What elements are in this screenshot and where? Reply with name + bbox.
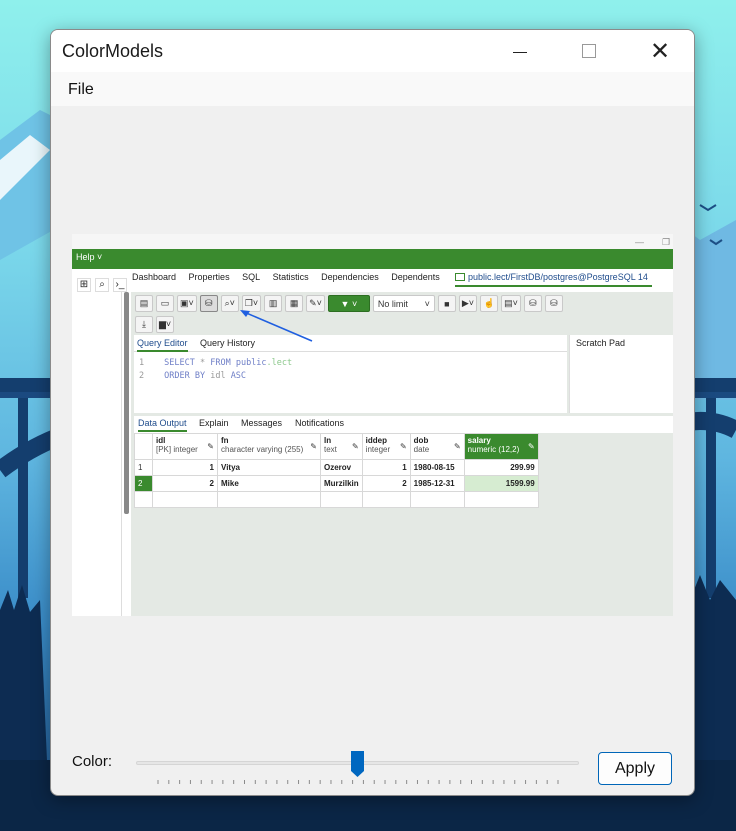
close-icon: ✕ — [649, 37, 671, 65]
maximize-icon — [582, 44, 596, 58]
minimize-icon — [513, 51, 527, 53]
embedded-image: — ❐ Help ˅ ⊞ ⌕ ›_ Dashboard Properties SQL… — [72, 234, 673, 616]
close-button[interactable]: ✕ — [637, 30, 683, 72]
slider-ticks — [157, 780, 559, 784]
color-slider-thumb[interactable] — [350, 750, 365, 778]
color-label: Color: — [72, 753, 113, 770]
annotation-arrow — [240, 310, 313, 342]
window-title: ColorModels — [62, 41, 164, 61]
title-bar: ColorModels ✕ — [51, 30, 694, 72]
minimize-button[interactable] — [497, 30, 543, 72]
colormodels-window: ColorModels ✕ File — ❐ Help ˅ ⊞ ⌕ ›_ Dashb… — [50, 29, 695, 796]
maximize-button[interactable] — [566, 30, 612, 72]
apply-button[interactable]: Apply — [598, 752, 672, 785]
menu-bar: File — [51, 72, 694, 106]
menu-file[interactable]: File — [68, 81, 94, 99]
